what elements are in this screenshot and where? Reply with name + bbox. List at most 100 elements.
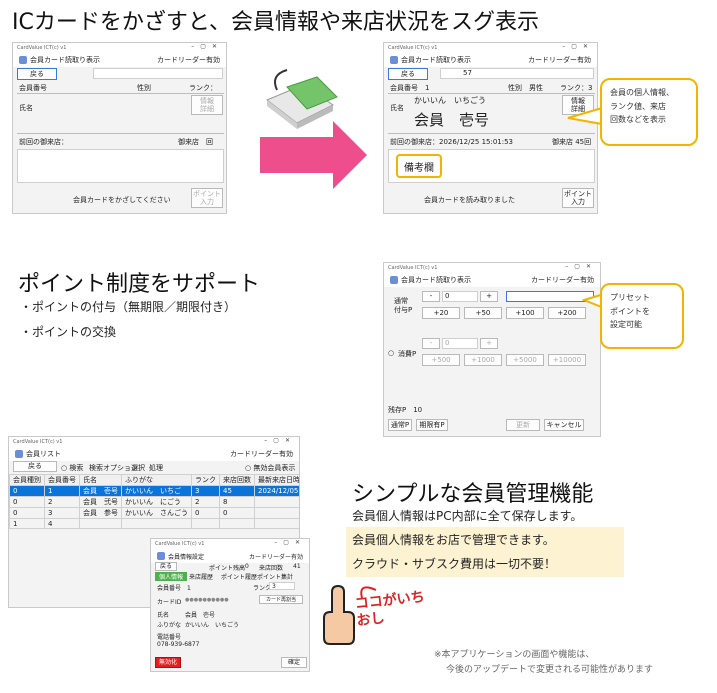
table-header-row: 会員種別 会員番号 氏名 ふりがな ランク 来店回数 最新来店日時 bbox=[9, 474, 299, 486]
column-header[interactable]: ふりがな bbox=[121, 474, 192, 486]
preset-1000-button[interactable]: +1000 bbox=[464, 354, 502, 366]
tab-point-history[interactable]: ポイント履歴 bbox=[221, 572, 257, 581]
back-button[interactable]: 戻る bbox=[155, 562, 177, 571]
point-input-button[interactable]: ポイント 入力 bbox=[191, 188, 223, 208]
gender-label: 性別 bbox=[137, 84, 151, 92]
tab-visit-history[interactable]: 来店履歴 bbox=[189, 572, 213, 581]
cancel-button[interactable]: キャンセル bbox=[544, 419, 584, 431]
table-cell: 会員 弐号 bbox=[79, 496, 122, 508]
preset-50-button[interactable]: +50 bbox=[464, 307, 502, 319]
grant-value-input[interactable]: 0 bbox=[442, 291, 478, 302]
table-cell: 0 bbox=[9, 496, 45, 508]
table-cell: 0 bbox=[219, 507, 255, 519]
window-title: 会員情報設定 bbox=[168, 553, 205, 561]
grant-plus-button[interactable]: + bbox=[480, 291, 498, 302]
table-cell bbox=[219, 518, 255, 529]
invalidate-button[interactable]: 無効化 bbox=[155, 657, 181, 668]
card-reassign-button[interactable]: カード再割当 bbox=[259, 595, 303, 604]
window-controls[interactable]: –▢✕ bbox=[274, 539, 306, 546]
name-label: 氏名 bbox=[157, 612, 170, 619]
window-title: 会員カード読取り表示 bbox=[30, 56, 100, 64]
back-button[interactable]: 戻る bbox=[388, 68, 428, 80]
window-controls[interactable]: –▢✕ bbox=[264, 437, 296, 444]
point-input-button[interactable]: ポイント 入力 bbox=[562, 188, 594, 208]
preset-10000-button[interactable]: +10000 bbox=[548, 354, 586, 366]
grant-minus-button[interactable]: - bbox=[422, 291, 440, 302]
tab-personal-info[interactable]: 個人情報 bbox=[155, 572, 188, 581]
phone-value[interactable]: 078-939-6877 bbox=[157, 641, 200, 648]
table-cell: 2 bbox=[191, 496, 220, 508]
reader-status: カードリーダー有効 bbox=[157, 56, 220, 64]
normal-point-button[interactable]: 通常P bbox=[388, 419, 412, 431]
name-value[interactable]: 会員 壱号 bbox=[185, 610, 215, 619]
window-controls[interactable]: –▢✕ bbox=[565, 263, 597, 270]
table-cell bbox=[191, 518, 220, 529]
app-logo-icon bbox=[19, 56, 27, 64]
column-header[interactable]: 最新来店日時 bbox=[254, 474, 299, 486]
kana-value[interactable]: かいいん いちごう bbox=[185, 620, 239, 629]
remaining-points: 残存P 10 bbox=[388, 406, 423, 414]
titlebar-text: CardValue ICT(c) v1 bbox=[17, 45, 67, 51]
app-logo-icon bbox=[390, 56, 398, 64]
table-cell: 会員 壱号 bbox=[79, 485, 122, 497]
table-cell: 1 bbox=[44, 485, 80, 497]
point-bullet-grant: ・ポイントの付与（無期限／期限付き） bbox=[20, 300, 237, 314]
table-cell: かいいん にごう bbox=[121, 496, 192, 508]
table-cell: 1 bbox=[9, 518, 45, 529]
point-balance-value: 0 bbox=[245, 563, 249, 570]
preset-500-button[interactable]: +500 bbox=[422, 354, 460, 366]
window-controls[interactable]: –▢✕ bbox=[562, 43, 594, 50]
use-label: 消費P bbox=[398, 350, 417, 358]
rank-select[interactable]: 3 bbox=[269, 582, 295, 590]
phone-label: 電話番号 bbox=[157, 634, 182, 641]
column-header[interactable]: 会員番号 bbox=[44, 474, 80, 486]
use-minus-button[interactable]: - bbox=[422, 338, 440, 349]
badge-text: ココがいちおし bbox=[354, 589, 426, 630]
window-controls[interactable]: –▢✕ bbox=[191, 43, 223, 50]
column-header[interactable]: 来店回数 bbox=[219, 474, 255, 486]
select-menu[interactable]: 選択 bbox=[131, 463, 145, 473]
table-cell: 45 bbox=[219, 485, 255, 497]
confirm-button[interactable]: 確定 bbox=[281, 657, 307, 668]
member-select[interactable]: 57 bbox=[440, 68, 594, 79]
visit-count-value: 41 bbox=[293, 563, 301, 570]
name-label: 氏名 bbox=[390, 104, 404, 112]
table-row[interactable]: 14 bbox=[9, 518, 299, 529]
back-button[interactable]: 戻る bbox=[17, 68, 57, 80]
process-menu[interactable]: 処理 bbox=[149, 463, 163, 473]
use-value-input[interactable]: 0 bbox=[442, 338, 478, 349]
grant-memo-input[interactable] bbox=[506, 291, 594, 302]
search-radio[interactable]: ○ 検索 bbox=[61, 463, 83, 473]
update-button[interactable]: 更新 bbox=[506, 419, 540, 431]
invalid-member-toggle[interactable]: ○ 無効会員表示 bbox=[245, 463, 295, 473]
table-row[interactable]: 01会員 壱号かいいん いちご3452024/12/05 14:41 bbox=[9, 485, 299, 497]
callout-preset-points: プリセット ポイントを 設定可能 bbox=[600, 283, 684, 349]
preset-5000-button[interactable]: +5000 bbox=[506, 354, 544, 366]
preset-100-button[interactable]: +100 bbox=[506, 307, 544, 319]
column-header[interactable]: ランク bbox=[191, 474, 220, 486]
column-header[interactable]: 氏名 bbox=[79, 474, 122, 486]
detail-button[interactable]: 情報 詳細 bbox=[191, 95, 223, 115]
use-radio[interactable]: ○ bbox=[388, 349, 394, 357]
preset-20-button[interactable]: +20 bbox=[422, 307, 460, 319]
table-row[interactable]: 0 2 会員 弐号 かいいん にごう 2 8 bbox=[9, 496, 299, 508]
last-visit-label: 前回の御来店： bbox=[19, 138, 68, 146]
use-plus-button[interactable]: + bbox=[480, 338, 498, 349]
tab-point-summary[interactable]: ポイント集計 bbox=[257, 572, 293, 581]
column-header[interactable]: 会員種別 bbox=[9, 474, 45, 486]
table-row[interactable]: 0 3 会員 参号 かいいん さんごう 0 0 bbox=[9, 507, 299, 519]
table-cell: かいいん さんごう bbox=[121, 507, 192, 519]
visit-count-label: 来店回数 bbox=[259, 565, 284, 572]
member-select[interactable] bbox=[93, 68, 223, 79]
point-balance-label: ポイント残高 bbox=[209, 565, 246, 572]
table-cell: 8 bbox=[219, 496, 255, 508]
status-text: 会員カードを読み取りました bbox=[424, 196, 515, 204]
management-line-storage: 会員個人情報はPC内部に全て保存します。 bbox=[352, 509, 583, 523]
preset-200-button[interactable]: +200 bbox=[548, 307, 586, 319]
limited-point-button[interactable]: 期限有P bbox=[416, 419, 448, 431]
titlebar: CardValue ICT(c) v1 –▢✕ bbox=[384, 43, 597, 53]
back-button[interactable]: 戻る bbox=[13, 461, 57, 472]
table-cell: 会員 参号 bbox=[79, 507, 122, 519]
section-ic-title: ICカードをかざすと、会員情報や来店状況をスグ表示 bbox=[12, 10, 539, 35]
last-visit-label: 前回の御来店：2026/12/25 15:01:53 bbox=[390, 138, 514, 146]
